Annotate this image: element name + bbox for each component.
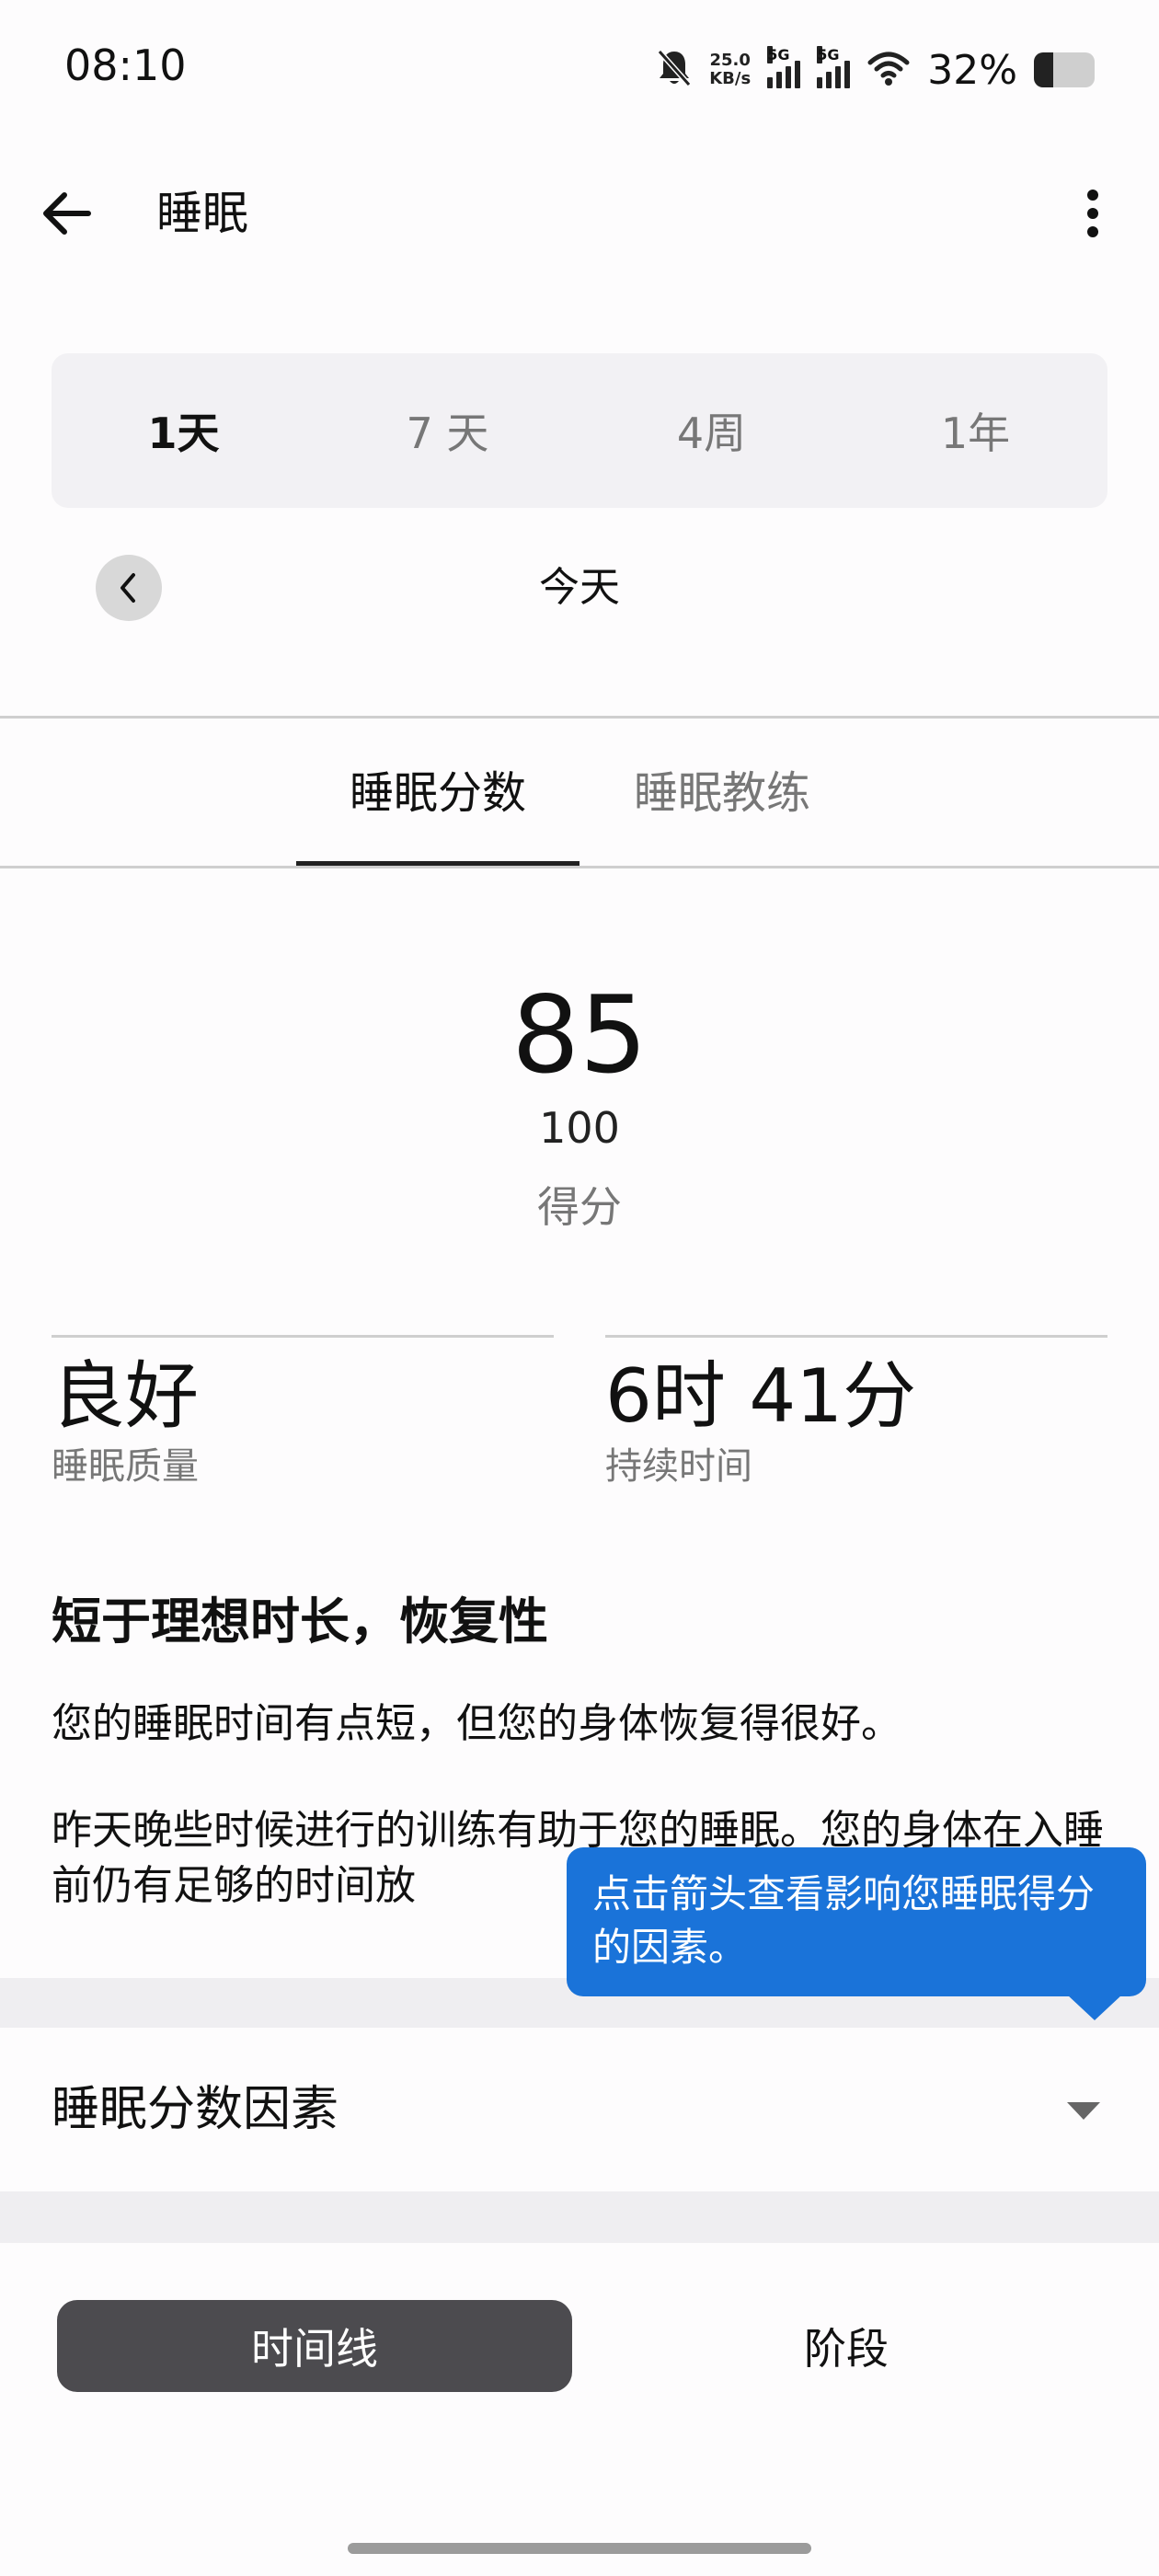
divider <box>0 716 1159 719</box>
bell-off-icon <box>656 48 693 92</box>
factors-tooltip[interactable]: 点击箭头查看影响您睡眠得分的因素。 <box>567 1847 1146 1996</box>
sleep-score-label: 得分 <box>537 1182 622 1232</box>
sleep-score-value: 85 <box>511 973 648 1098</box>
battery-icon <box>1034 52 1095 87</box>
sleep-duration-caption: 持续时间 <box>605 1445 752 1488</box>
arrow-left-icon <box>43 192 91 235</box>
timeline-view-button[interactable]: 时间线 <box>57 2300 572 2392</box>
signal-icon-2: 5G <box>817 46 851 88</box>
page-title: 睡眠 <box>156 187 248 240</box>
sleep-factors-label: 睡眠分数因素 <box>52 2082 339 2137</box>
tooltip-pointer <box>1067 1995 1122 2020</box>
stages-view-button[interactable]: 阶段 <box>625 2300 1067 2392</box>
tab-sleep-score[interactable]: 睡眠分数 <box>296 760 580 826</box>
status-time: 08:10 <box>64 40 187 90</box>
divider <box>52 1335 554 1338</box>
sleep-quality-caption: 睡眠质量 <box>52 1445 199 1488</box>
date-label: 今天 <box>539 564 620 611</box>
range-selector: 1天 7 天 4周 1年 <box>52 353 1107 508</box>
net-speed: 25.0 KB/s <box>709 51 752 88</box>
range-tab-1-year[interactable]: 1年 <box>843 353 1107 508</box>
sleep-quality-value: 良好 <box>52 1353 199 1439</box>
home-indicator[interactable] <box>348 2543 811 2554</box>
status-icons: 25.0 KB/s 5G 5G 32% <box>656 42 1095 98</box>
triangle-down-icon <box>1067 2102 1100 2120</box>
range-tab-1-day[interactable]: 1天 <box>52 353 316 508</box>
range-tab-4-weeks[interactable]: 4周 <box>580 353 843 508</box>
more-options-button[interactable] <box>1060 180 1126 247</box>
sleep-score-max: 100 <box>539 1103 620 1153</box>
insight-title: 短于理想时长，恢复性 <box>52 1593 548 1650</box>
back-button[interactable] <box>33 180 99 247</box>
expand-factors-button[interactable] <box>1054 2081 1113 2140</box>
section-separator <box>0 2191 1159 2243</box>
insight-paragraph: 您的睡眠时间有点短，但您的身体恢复得很好。 <box>52 1700 901 1747</box>
sleep-duration-value: 6时 41分 <box>605 1353 917 1439</box>
divider <box>605 1335 1107 1338</box>
more-vertical-icon <box>1087 190 1098 237</box>
signal-icon: 5G <box>767 46 801 88</box>
tab-sleep-coach[interactable]: 睡眠教练 <box>607 760 837 826</box>
battery-percent: 32% <box>927 46 1017 94</box>
range-tab-7-days[interactable]: 7 天 <box>316 353 580 508</box>
divider <box>0 866 1159 868</box>
wifi-icon <box>866 50 911 90</box>
